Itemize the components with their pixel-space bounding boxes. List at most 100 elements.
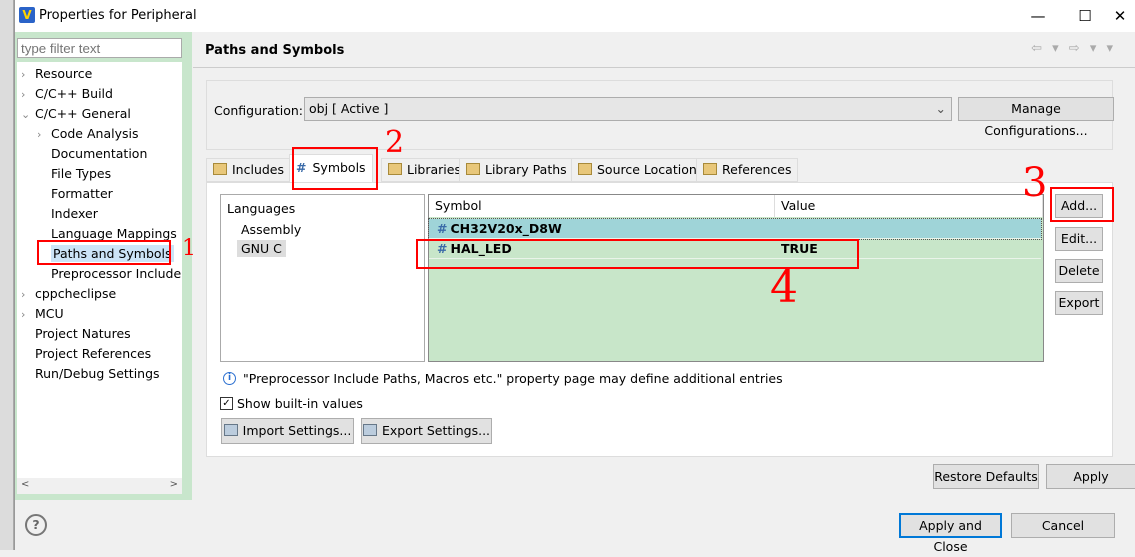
annotation-box-3 <box>1050 187 1114 222</box>
tree-item-label: C/C++ Build <box>35 86 113 101</box>
export-label: Export Settings... <box>381 423 491 438</box>
import-label: Import Settings... <box>242 423 352 438</box>
chevron-down-icon: ⌄ <box>935 101 946 116</box>
language-item-gnu-c[interactable]: GNU C <box>237 240 286 257</box>
navigation-arrows[interactable]: ⇦ ▾ ⇨ ▾ ▾ <box>1031 41 1116 56</box>
column-header-symbol[interactable]: Symbol <box>429 195 775 217</box>
delete-button[interactable]: Delete <box>1055 259 1103 283</box>
page-header: Paths and Symbols ⇦ ▾ ⇨ ▾ ▾ <box>193 32 1135 68</box>
apply-and-close-button[interactable]: Apply and Close <box>899 513 1002 554</box>
show-builtin-checkbox[interactable]: ✓ <box>220 397 233 410</box>
annotation-4: 4 <box>770 262 798 313</box>
tree-item-label: Indexer <box>51 206 98 221</box>
export-button[interactable]: Export <box>1055 291 1103 315</box>
tree-item[interactable]: › cppcheclipse <box>21 284 116 304</box>
horizontal-scrollbar[interactable]: < > <box>17 478 182 494</box>
configuration-label: Configuration: <box>214 103 303 118</box>
tree-item[interactable]: Project References <box>21 344 151 364</box>
configuration-value: obj [ Active ] <box>309 101 389 116</box>
restore-defaults-button[interactable]: Restore Defaults <box>933 464 1039 489</box>
manage-configurations-button[interactable]: Manage Configurations... <box>958 97 1114 138</box>
tab-label: Includes <box>232 162 285 177</box>
chevron-right-icon[interactable]: › <box>37 125 51 145</box>
folder-icon <box>466 163 480 175</box>
folder-icon <box>213 163 227 175</box>
tree-item-label: Resource <box>35 66 93 81</box>
languages-header: Languages <box>227 201 296 216</box>
tab-source-location[interactable]: Source Location <box>571 158 704 182</box>
title-bar: V Properties for Peripheral — ☐ ✕ <box>15 0 1135 32</box>
chevron-right-icon[interactable]: › <box>21 285 35 305</box>
info-text: "Preprocessor Include Paths, Macros etc.… <box>243 371 783 386</box>
tree-item[interactable]: Indexer <box>37 204 98 224</box>
cancel-button[interactable]: Cancel <box>1011 513 1115 538</box>
symbols-table: Symbol Value # CH32V20x_D8W # HAL_LED TRUE <box>428 194 1044 362</box>
hash-icon: # <box>437 221 448 236</box>
tab-label: Library Paths <box>485 162 567 177</box>
tab-libraries[interactable]: Libraries <box>381 158 468 182</box>
show-builtin-label: Show built-in values <box>237 396 363 411</box>
folder-icon <box>388 163 402 175</box>
apply-button[interactable]: Apply <box>1046 464 1135 489</box>
language-item-assembly[interactable]: Assembly <box>241 222 301 237</box>
tree-item[interactable]: › Resource <box>21 64 92 84</box>
tree-item[interactable]: ⌄ C/C++ General <box>21 104 131 124</box>
tree-item-label: Project References <box>35 346 152 361</box>
languages-list: Languages Assembly GNU C <box>220 194 425 362</box>
tree-item[interactable]: File Types <box>37 164 111 184</box>
left-panel: ›Resource›C/C++ Build⌄C/C++ General›Code… <box>15 32 192 500</box>
tab-references[interactable]: References <box>696 158 799 182</box>
tree-item-label: C/C++ General <box>35 106 131 121</box>
annotation-1: 1 <box>182 236 196 261</box>
table-row[interactable]: # CH32V20x_D8W <box>428 218 1042 240</box>
minimize-button[interactable]: — <box>1018 4 1058 28</box>
chevron-right-icon[interactable]: › <box>21 85 35 105</box>
info-icon: i <box>223 372 236 385</box>
annotation-2: 2 <box>385 125 405 160</box>
close-button[interactable]: ✕ <box>1100 4 1135 28</box>
tree-item[interactable]: Run/Debug Settings <box>21 364 160 384</box>
annotation-box-2 <box>292 147 378 190</box>
properties-dialog: V Properties for Peripheral — ☐ ✕ ›Resou… <box>14 0 1135 554</box>
chevron-right-icon[interactable]: › <box>21 65 35 85</box>
tree-item[interactable]: Formatter <box>37 184 113 204</box>
tree-item-label: Project Natures <box>35 326 131 341</box>
chevron-down-icon[interactable]: ⌄ <box>21 105 35 125</box>
export-icon <box>362 424 377 436</box>
tree-item-label: Run/Debug Settings <box>35 366 160 381</box>
annotation-3: 3 <box>1022 160 1048 206</box>
symbols-panel: Languages Assembly GNU C Symbol Value # C… <box>206 182 1113 457</box>
export-settings-button[interactable]: Export Settings... <box>361 418 492 444</box>
tree-item[interactable]: Preprocessor Include <box>37 264 181 284</box>
tab-label: Libraries <box>407 162 461 177</box>
import-settings-button[interactable]: Import Settings... <box>221 418 354 444</box>
tab-library-paths[interactable]: Library Paths <box>459 158 574 182</box>
page-title: Paths and Symbols <box>205 43 345 58</box>
folder-icon <box>703 163 717 175</box>
filter-input[interactable] <box>17 38 182 58</box>
configuration-group: Configuration: obj [ Active ] ⌄ Manage Co… <box>206 80 1114 150</box>
tree-item-label: cppcheclipse <box>35 286 117 301</box>
tree-item[interactable]: › C/C++ Build <box>21 84 113 104</box>
tree-item[interactable]: Project Natures <box>21 324 131 344</box>
tree-item-label: Code Analysis <box>51 126 139 141</box>
tree-item-label: File Types <box>51 166 112 181</box>
tab-label: References <box>722 162 792 177</box>
property-tree: › Resource › C/C++ Build ⌄ C/C++ General › Code… <box>17 62 182 494</box>
help-icon[interactable]: ? <box>25 514 47 536</box>
column-header-value[interactable]: Value <box>775 195 1043 217</box>
tree-item-label: Preprocessor Include <box>51 266 182 281</box>
tree-item[interactable]: › Code Analysis <box>37 124 138 144</box>
tab-includes[interactable]: Includes <box>206 158 292 182</box>
tab-label: Source Location <box>597 162 697 177</box>
tree-item[interactable]: Documentation <box>37 144 147 164</box>
chevron-right-icon[interactable]: › <box>21 305 35 325</box>
configuration-select[interactable]: obj [ Active ] ⌄ <box>304 97 952 121</box>
edit-button[interactable]: Edit... <box>1055 227 1103 251</box>
app-logo-icon: V <box>19 7 35 23</box>
maximize-button[interactable]: ☐ <box>1065 4 1105 28</box>
symbol-cell: CH32V20x_D8W <box>450 221 562 236</box>
import-icon <box>223 424 238 436</box>
tree-item-label: Formatter <box>51 186 113 201</box>
tree-item[interactable]: › MCU <box>21 304 64 324</box>
